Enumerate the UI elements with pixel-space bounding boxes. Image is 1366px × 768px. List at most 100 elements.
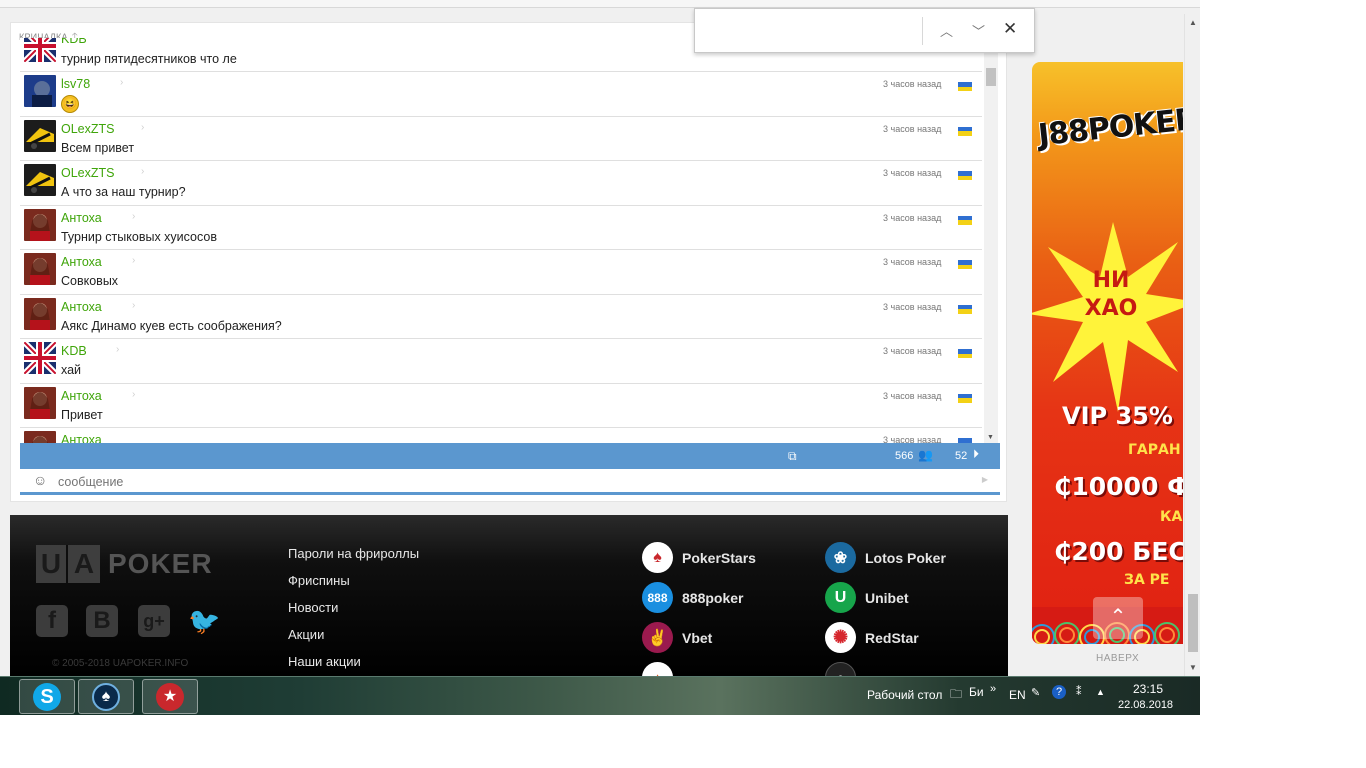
- room-lotos[interactable]: ❀ Lotos Poker: [825, 542, 946, 573]
- room-redstar[interactable]: ✺ RedStar: [825, 622, 919, 653]
- language-indicator[interactable]: EN: [1009, 688, 1026, 702]
- message-nick[interactable]: Антоха: [61, 389, 102, 403]
- room-vbet[interactable]: ✌ Vbet: [642, 622, 712, 653]
- message-nick[interactable]: OLexZTS: [61, 122, 115, 136]
- folder-icon[interactable]: 🗀: [950, 685, 962, 706]
- play-circle-icon[interactable]: ⏵: [973, 447, 979, 462]
- room-pokerstars[interactable]: ♠ PokerStars: [642, 542, 756, 573]
- chevron-right-icon: ›: [141, 121, 145, 133]
- vbet-icon: ✌: [642, 622, 673, 653]
- avatar[interactable]: [24, 75, 56, 107]
- library-label[interactable]: Би: [969, 685, 984, 699]
- chat-message: KDB › 3 часов назад хай: [20, 339, 982, 384]
- taskbar-skype[interactable]: S: [19, 679, 75, 714]
- avatar[interactable]: [24, 431, 56, 443]
- avatar[interactable]: [24, 342, 56, 374]
- message-text: Всем привет: [61, 140, 135, 155]
- ukraine-flag-icon: [958, 82, 972, 91]
- avatar[interactable]: [24, 297, 56, 330]
- ad-banner[interactable]: J88POKER НИХАО VIP 35% Р ГАРАН ₵10000 Ф …: [1032, 62, 1183, 644]
- ukraine-flag-icon: [958, 215, 972, 225]
- message-nick[interactable]: Антоха: [61, 433, 102, 443]
- room-unibet[interactable]: U Unibet: [825, 582, 909, 613]
- options-icon[interactable]: ⁑: [1076, 685, 1082, 698]
- twitter-icon[interactable]: 🐦: [188, 605, 220, 637]
- message-text: Турнир стыковых хуисосов: [61, 229, 217, 244]
- message-nick[interactable]: OLexZTS: [61, 166, 115, 180]
- uapoker-logo[interactable]: UA POKER: [36, 545, 213, 583]
- message-text: хай: [61, 363, 82, 377]
- message-text: Совковых: [61, 274, 119, 288]
- avatar[interactable]: [24, 208, 56, 241]
- pokerstars-icon: ♠: [642, 542, 673, 573]
- message-time: 3 часов назад: [883, 212, 942, 223]
- chevron-right-icon: ›: [132, 255, 136, 266]
- clock-date[interactable]: 22.08.2018: [1118, 699, 1173, 711]
- message-input[interactable]: [58, 473, 958, 491]
- message-nick[interactable]: Антоха: [61, 211, 102, 225]
- users-count: 566: [895, 450, 914, 462]
- chevron-down-icon[interactable]: ﹀: [972, 21, 985, 40]
- avatar[interactable]: [24, 119, 56, 152]
- footer-link[interactable]: Фриспины: [288, 573, 350, 588]
- ad-line: ЗА РЕ: [1124, 572, 1170, 588]
- footer-link[interactable]: Наши акции: [288, 654, 361, 669]
- page-scrollbar[interactable]: ▲ ▼: [1184, 14, 1200, 676]
- chevron-right-icon[interactable]: »: [990, 683, 996, 695]
- popout-icon[interactable]: ⧉: [788, 449, 797, 464]
- footer-link[interactable]: Новости: [288, 600, 338, 615]
- vk-icon[interactable]: B: [86, 605, 118, 637]
- scrollbar-thumb[interactable]: [986, 68, 996, 86]
- smiley-icon[interactable]: ☺: [33, 472, 47, 488]
- room-partial[interactable]: ▲: [642, 662, 673, 676]
- chat-message: OLexZTS › 3 часов назад А что за наш тур…: [20, 161, 982, 206]
- close-icon[interactable]: ✕: [1003, 19, 1017, 39]
- desktop-label[interactable]: Рабочий стол: [867, 688, 942, 702]
- scroll-down-icon[interactable]: ▼: [1189, 663, 1197, 672]
- scroll-down-icon[interactable]: ▼: [987, 434, 994, 441]
- room-partial[interactable]: ●: [825, 662, 856, 676]
- tray-expand-icon[interactable]: ▲: [1096, 687, 1105, 697]
- google-plus-icon[interactable]: g+: [138, 605, 170, 637]
- scroll-up-icon[interactable]: ▲: [1189, 18, 1197, 27]
- help-icon[interactable]: ?: [1052, 685, 1066, 699]
- taskbar-poker-app[interactable]: ♠: [78, 679, 134, 714]
- avatar[interactable]: [24, 253, 56, 285]
- message-nick[interactable]: lsv78: [61, 77, 90, 91]
- back-to-top-label[interactable]: НАВЕРХ: [1096, 653, 1139, 664]
- message-nick[interactable]: KDB: [61, 344, 87, 358]
- clock-time[interactable]: 23:15: [1133, 682, 1163, 696]
- laughing-emoji-icon: 😆: [61, 95, 79, 113]
- message-nick[interactable]: Антоха: [61, 300, 102, 314]
- chevron-right-icon: ›: [132, 210, 136, 222]
- message-nick[interactable]: KDB: [61, 38, 87, 46]
- chevron-right-icon: ›: [120, 77, 124, 88]
- find-input[interactable]: [703, 19, 913, 43]
- spade-icon: ♠: [92, 682, 120, 711]
- facebook-icon[interactable]: f: [36, 605, 68, 637]
- footer-link[interactable]: Акции: [288, 627, 324, 642]
- avatar[interactable]: [24, 164, 56, 196]
- pokerstars-icon: ★: [156, 682, 184, 711]
- back-to-top-button[interactable]: ⌃: [1093, 597, 1143, 639]
- avatar[interactable]: [24, 38, 56, 62]
- ad-line: КА: [1160, 509, 1183, 525]
- avatar[interactable]: [24, 386, 56, 419]
- message-time: 3 часов назад: [883, 346, 942, 356]
- online-count: 52: [955, 450, 968, 462]
- taskbar-pokerstars[interactable]: ★: [142, 679, 198, 714]
- message-nick[interactable]: Антоха: [61, 255, 102, 269]
- message-time: 3 часов назад: [883, 257, 942, 267]
- send-arrow-icon[interactable]: ▶: [982, 475, 988, 484]
- users-icon[interactable]: 👥: [918, 448, 933, 462]
- message-text: Аякс Динамо куев есть соображения?: [61, 318, 282, 333]
- windows-taskbar: S ♠ ★ Рабочий стол 🗀 Би » EN ✎ ? ⁑ ▲ 23:…: [0, 676, 1200, 715]
- chat-scrollbar[interactable]: ▼: [984, 38, 998, 443]
- keyboard-icon[interactable]: ✎: [1031, 686, 1040, 699]
- footer-link[interactable]: Пароли на фрироллы: [288, 546, 419, 561]
- scrollbar-thumb[interactable]: [1188, 594, 1198, 652]
- ad-big-text: ₵10000 Ф: [1054, 472, 1183, 501]
- room-888poker[interactable]: 888 888poker: [642, 582, 743, 613]
- chevron-up-icon[interactable]: ︿: [940, 21, 953, 40]
- message-time: 3 часов назад: [883, 123, 942, 134]
